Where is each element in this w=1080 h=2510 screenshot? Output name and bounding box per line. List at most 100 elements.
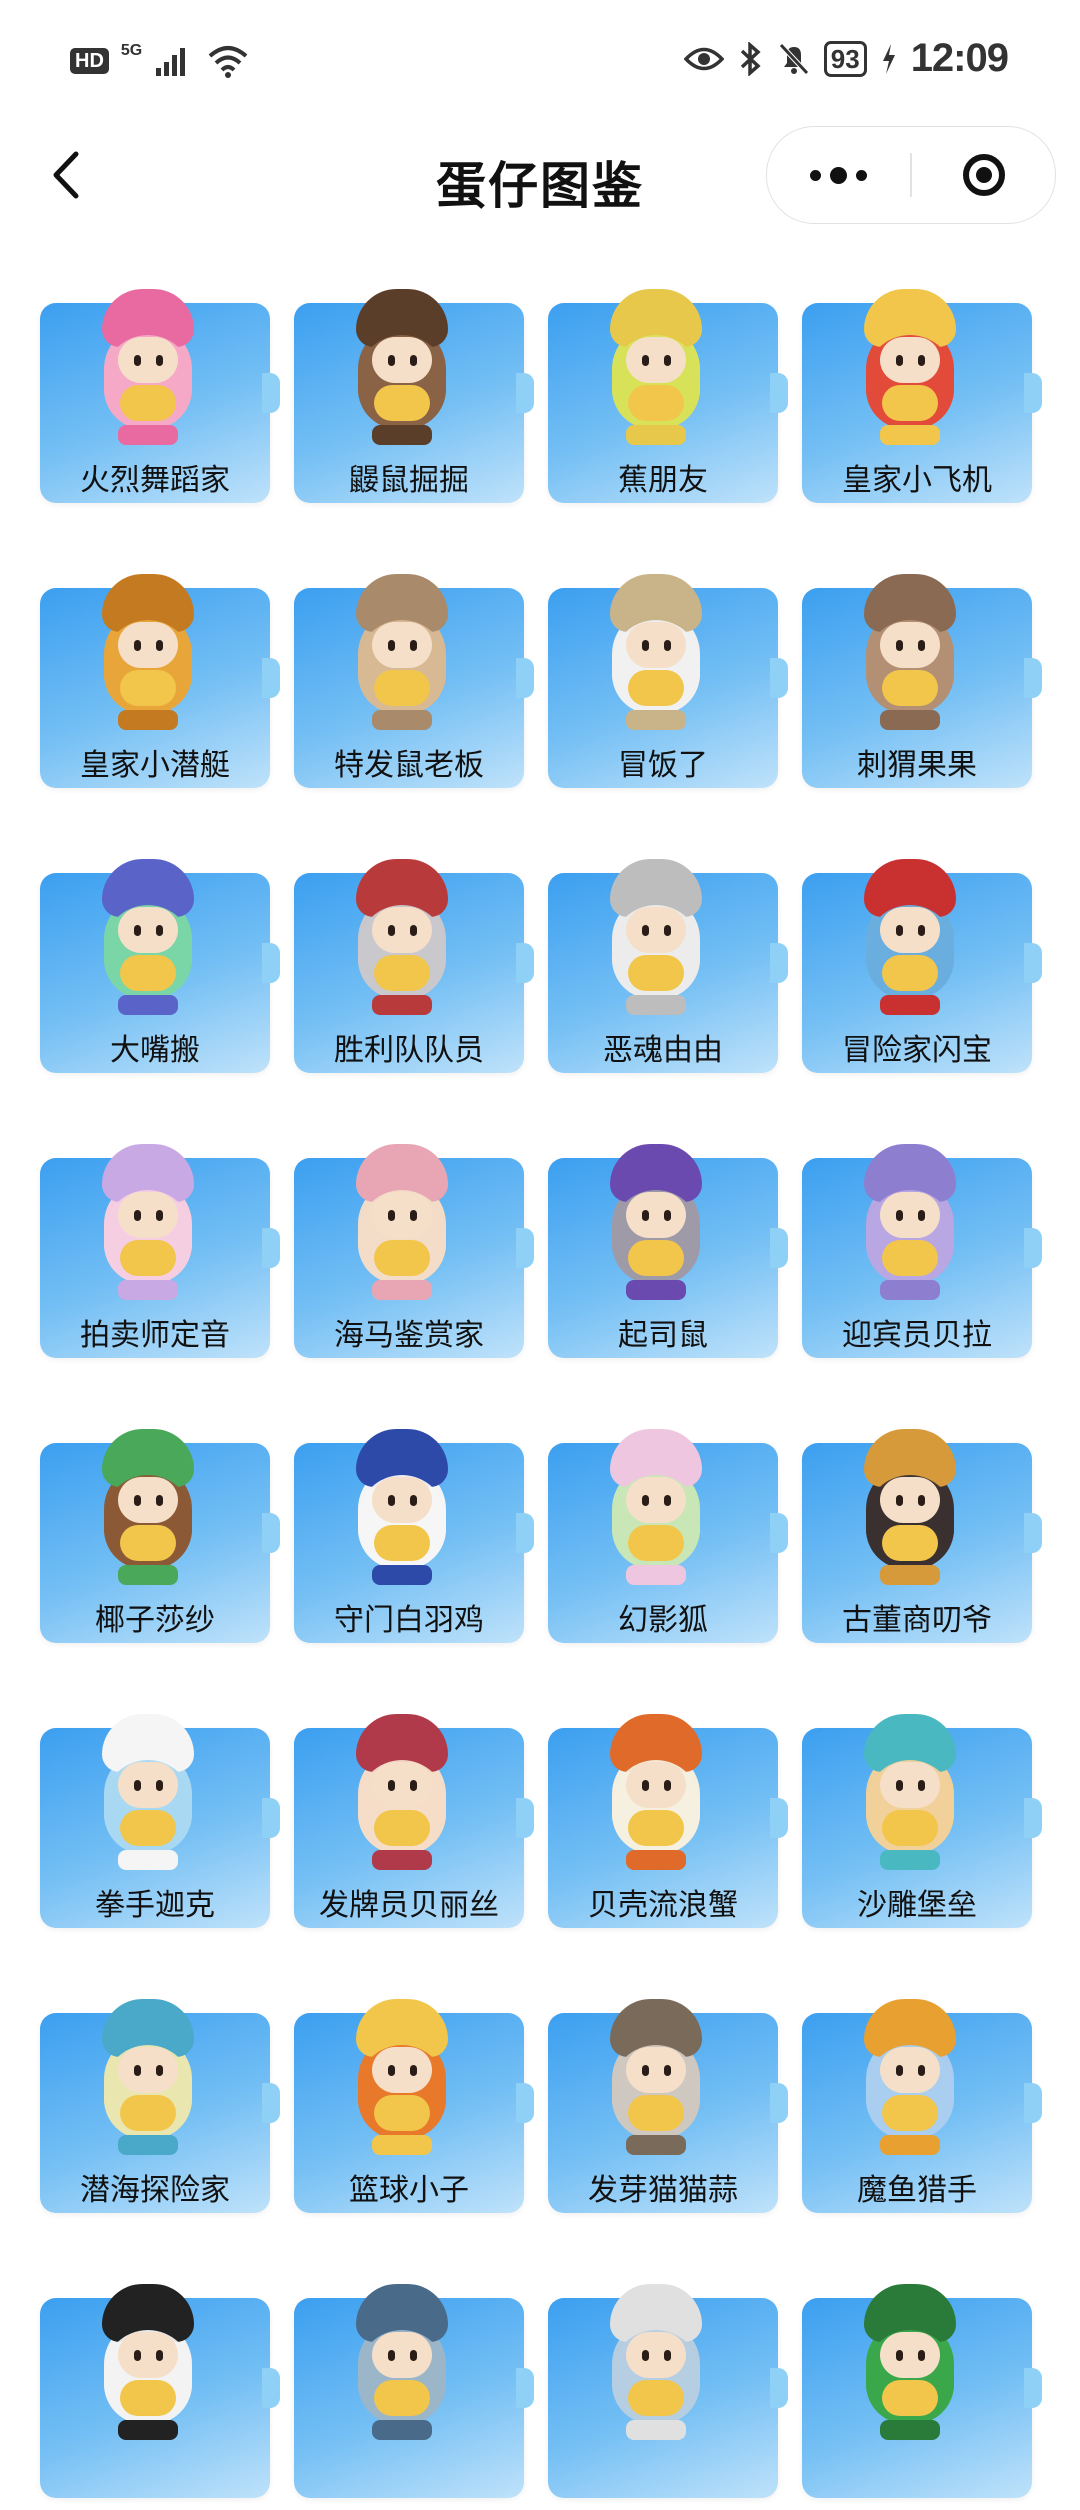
close-mini-program-button[interactable] <box>912 127 1055 223</box>
nav-bar: 蛋仔图鉴 <box>0 120 1080 230</box>
character-card[interactable]: 鼹鼠掘掘 <box>282 285 534 515</box>
character-card[interactable]: 火烈舞蹈家 <box>28 285 280 515</box>
character-card[interactable]: 发芽猫猫蒜 <box>536 1995 788 2225</box>
character-figure <box>850 1144 970 1312</box>
character-figure <box>88 1429 208 1597</box>
status-bar: HD 5G 93 12:09 <box>0 0 1080 130</box>
character-figure <box>596 1714 716 1882</box>
character-card[interactable]: 篮球小子 <box>282 1995 534 2225</box>
bluetooth-icon <box>740 41 761 76</box>
character-card[interactable]: 皇家小潜艇 <box>28 570 280 800</box>
battery-indicator: 93 <box>823 40 867 77</box>
character-name: 贝壳流浪蟹 <box>588 1889 738 1922</box>
character-name: 火烈舞蹈家 <box>80 464 230 497</box>
character-figure <box>342 289 462 457</box>
character-card[interactable] <box>282 2280 534 2510</box>
character-name: 拍卖师定音 <box>80 1319 230 1352</box>
hd-badge: HD <box>70 48 109 74</box>
character-card[interactable]: 拳手迦克 <box>28 1710 280 1940</box>
character-name: 冒饭了 <box>618 749 708 782</box>
character-figure <box>88 2284 208 2452</box>
character-card[interactable]: 迎宾员贝拉 <box>790 1140 1042 1370</box>
character-name: 海马鉴赏家 <box>334 1319 484 1352</box>
character-card[interactable]: 大嘴搬 <box>28 855 280 1085</box>
signal-icon <box>156 48 186 76</box>
character-figure <box>88 859 208 1027</box>
character-card[interactable]: 发牌员贝丽丝 <box>282 1710 534 1940</box>
character-figure <box>88 574 208 742</box>
character-name: 起司鼠 <box>618 1319 708 1352</box>
character-name: 潜海探险家 <box>80 2174 230 2207</box>
character-card[interactable] <box>28 2280 280 2510</box>
character-name: 椰子莎纱 <box>95 1604 215 1637</box>
character-card[interactable]: 冒饭了 <box>536 570 788 800</box>
character-name: 鼹鼠掘掘 <box>349 464 469 497</box>
more-dot-icon <box>830 166 847 184</box>
character-card[interactable]: 海马鉴赏家 <box>282 1140 534 1370</box>
character-figure <box>342 574 462 742</box>
more-dot-icon <box>810 169 821 181</box>
character-name: 幻影狐 <box>618 1604 708 1637</box>
character-card[interactable]: 蕉朋友 <box>536 285 788 515</box>
character-card[interactable]: 特发鼠老板 <box>282 570 534 800</box>
wifi-icon <box>208 46 248 78</box>
mini-program-capsule <box>766 126 1056 224</box>
character-card[interactable]: 贝壳流浪蟹 <box>536 1710 788 1940</box>
character-card[interactable]: 守门白羽鸡 <box>282 1425 534 1655</box>
more-button[interactable] <box>767 127 910 223</box>
character-figure <box>88 1144 208 1312</box>
character-figure <box>342 1144 462 1312</box>
character-figure <box>88 1714 208 1882</box>
character-figure <box>342 1714 462 1882</box>
character-name: 篮球小子 <box>349 2174 469 2207</box>
character-card[interactable]: 皇家小飞机 <box>790 285 1042 515</box>
character-name: 皇家小潜艇 <box>80 749 230 782</box>
character-figure <box>850 2284 970 2452</box>
more-dot-icon <box>856 169 867 181</box>
character-card[interactable]: 沙雕堡垒 <box>790 1710 1042 1940</box>
character-figure <box>850 574 970 742</box>
character-card[interactable]: 恶魂由由 <box>536 855 788 1085</box>
character-figure <box>850 1429 970 1597</box>
eye-icon <box>683 47 724 70</box>
character-card[interactable]: 幻影狐 <box>536 1425 788 1655</box>
character-figure <box>342 859 462 1027</box>
character-card[interactable]: 拍卖师定音 <box>28 1140 280 1370</box>
character-figure <box>596 1999 716 2167</box>
character-name: 大嘴搬 <box>110 1034 200 1067</box>
character-figure <box>850 1714 970 1882</box>
character-figure <box>342 2284 462 2452</box>
character-name: 刺猬果果 <box>857 749 977 782</box>
character-card[interactable]: 胜利队队员 <box>282 855 534 1085</box>
character-name: 蕉朋友 <box>618 464 708 497</box>
character-card[interactable]: 冒险家闪宝 <box>790 855 1042 1085</box>
character-name: 发牌员贝丽丝 <box>319 1889 499 1922</box>
character-figure <box>88 1999 208 2167</box>
character-figure <box>596 1429 716 1597</box>
character-name: 冒险家闪宝 <box>842 1034 992 1067</box>
character-figure <box>88 289 208 457</box>
character-figure <box>342 1999 462 2167</box>
character-figure <box>850 289 970 457</box>
character-figure <box>342 1429 462 1597</box>
charging-icon <box>882 43 895 74</box>
character-card[interactable]: 潜海探险家 <box>28 1995 280 2225</box>
character-card[interactable] <box>536 2280 788 2510</box>
character-card[interactable]: 起司鼠 <box>536 1140 788 1370</box>
status-left: HD 5G <box>70 42 250 78</box>
mute-bell-icon <box>778 42 809 75</box>
character-card[interactable]: 椰子莎纱 <box>28 1425 280 1655</box>
character-name: 魔鱼猎手 <box>857 2174 977 2207</box>
character-name: 皇家小飞机 <box>842 464 992 497</box>
character-card[interactable]: 魔鱼猎手 <box>790 1995 1042 2225</box>
character-card[interactable]: 刺猬果果 <box>790 570 1042 800</box>
character-figure <box>596 1144 716 1312</box>
character-name: 发芽猫猫蒜 <box>588 2174 738 2207</box>
character-figure <box>596 289 716 457</box>
character-card[interactable] <box>790 2280 1042 2510</box>
character-name: 恶魂由由 <box>603 1034 723 1067</box>
character-card[interactable]: 古董商叨爷 <box>790 1425 1042 1655</box>
character-name: 特发鼠老板 <box>334 749 484 782</box>
character-figure <box>850 859 970 1027</box>
character-name: 胜利队队员 <box>334 1034 484 1067</box>
